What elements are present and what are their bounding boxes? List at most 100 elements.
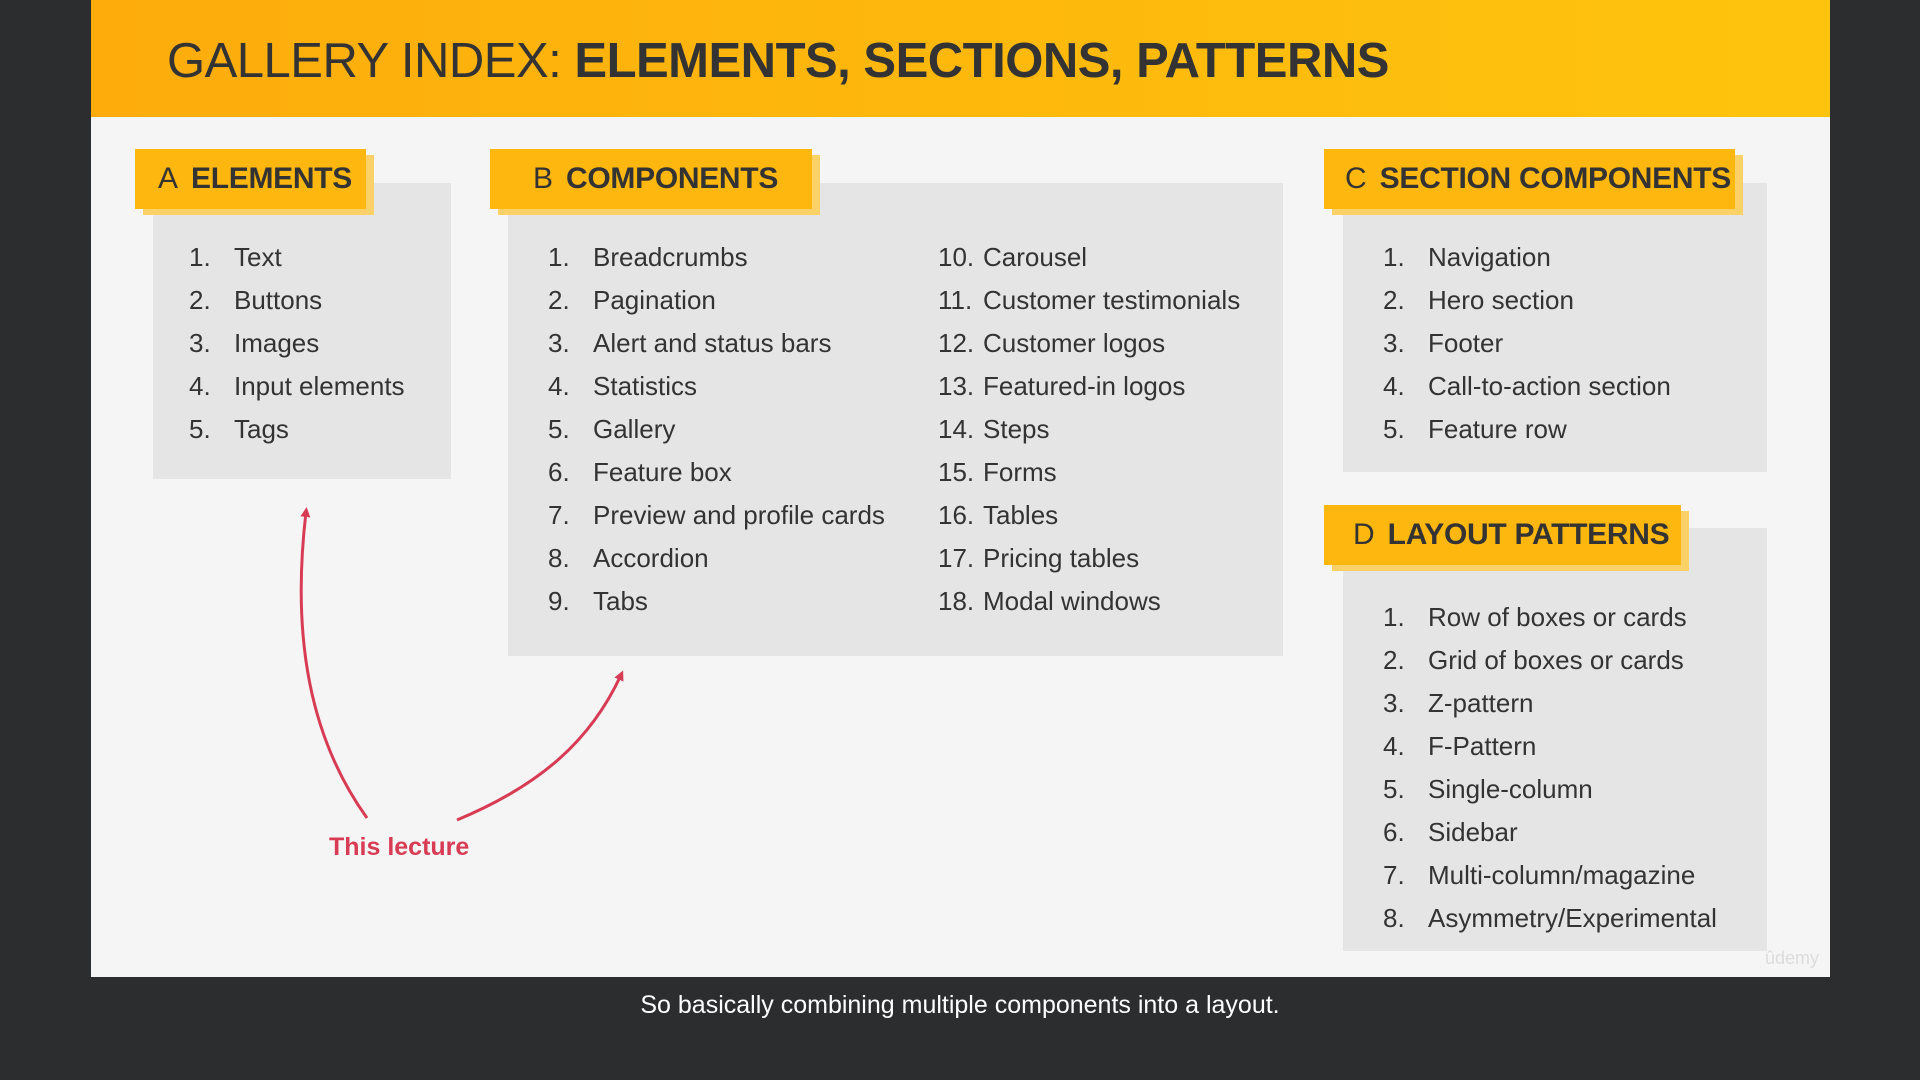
list-item: 15. Forms (938, 451, 1240, 494)
list-item: 4. Statistics (548, 365, 885, 408)
list-item: 17. Pricing tables (938, 537, 1240, 580)
list-item-number: 5. (189, 414, 211, 444)
list-item-number: 3. (189, 328, 211, 358)
list-item-text: Tabs (593, 586, 648, 616)
list-item-number: 10. (938, 242, 975, 272)
list-item: 6. Sidebar (1383, 811, 1717, 854)
list-item-text: Pagination (593, 285, 716, 315)
list-item: 2. Grid of boxes or cards (1383, 639, 1717, 682)
list-item-number: 15. (938, 457, 975, 487)
list-item-text: Steps (983, 414, 1050, 444)
list-item-number: 4. (1383, 731, 1405, 761)
section-components-letter: C (1345, 162, 1367, 195)
list-item: 1. Breadcrumbs (548, 236, 885, 279)
list-item-number: 11. (938, 285, 973, 315)
list-item-number: 6. (548, 457, 570, 487)
list-item-number: 4. (189, 371, 211, 401)
list-item-number: 7. (1383, 860, 1405, 890)
list-item-number: 1. (1383, 242, 1405, 272)
list-item-text: Buttons (234, 285, 323, 315)
elements-label: A ELEMENTS (135, 149, 366, 209)
list-item-number: 17. (938, 543, 975, 573)
list-item-text: Footer (1428, 328, 1504, 358)
list-item-number: 4. (1383, 371, 1405, 401)
list-item-number: 2. (548, 285, 570, 315)
elements-list: 1. Text 2. Buttons 3. Images 4. Input elements 5… (189, 236, 405, 451)
list-item-number: 13. (938, 371, 975, 401)
list-item-number: 7. (548, 500, 570, 530)
layout-patterns-letter: D (1353, 518, 1375, 551)
list-item-number: 5. (1383, 774, 1405, 804)
slide-title-light: GALLERY INDEX: (167, 34, 562, 88)
list-item-number: 1. (548, 242, 570, 272)
list-item-number: 8. (1383, 903, 1405, 933)
list-item: 2. Buttons (189, 279, 405, 322)
list-item-text: Carousel (983, 242, 1088, 272)
list-item-text: Row of boxes or cards (1428, 602, 1687, 632)
list-item-text: Featured-in logos (983, 371, 1186, 401)
list-item: 11. Customer testimonials (938, 279, 1240, 322)
list-item: 3. Images (189, 322, 405, 365)
list-item-number: 2. (1383, 285, 1405, 315)
list-item-text: Alert and status bars (593, 328, 832, 358)
list-item-number: 2. (1383, 645, 1405, 675)
list-item: 1. Text (189, 236, 405, 279)
udemy-watermark: ûdemy (1764, 948, 1819, 968)
list-item: 16. Tables (938, 494, 1240, 537)
list-item: 9. Tabs (548, 580, 885, 623)
list-item: 14. Steps (938, 408, 1240, 451)
list-item-text: Feature row (1428, 414, 1567, 444)
section-components-label: C SECTION COMPONENTS (1324, 149, 1735, 209)
list-item-text: Customer testimonials (983, 285, 1241, 315)
components-list-col2: 10. Carousel 11. Customer testimonials 12. Cu… (938, 236, 1240, 623)
list-item-text: Multi-column/magazine (1428, 860, 1696, 890)
list-item-text: Hero section (1428, 285, 1574, 315)
video-caption: So basically combining multiple componen… (640, 991, 1280, 1019)
list-item: 3. Z-pattern (1383, 682, 1717, 725)
list-item-text: Customer logos (983, 328, 1166, 358)
list-item: 10. Carousel (938, 236, 1240, 279)
list-item: 13. Featured-in logos (938, 365, 1240, 408)
list-item-text: Call-to-action section (1428, 371, 1671, 401)
list-item: 1. Row of boxes or cards (1383, 596, 1717, 639)
list-item: 7. Multi-column/magazine (1383, 854, 1717, 897)
list-item: 5. Single-column (1383, 768, 1717, 811)
section-components-list: 1. Navigation 2. Hero section 3. Footer 4. Call… (1383, 236, 1671, 451)
list-item-number: 16. (938, 500, 975, 530)
list-item-number: 3. (1383, 328, 1405, 358)
list-item-number: 5. (548, 414, 570, 444)
list-item: 4. Call-to-action section (1383, 365, 1671, 408)
list-item-number: 12. (938, 328, 975, 358)
list-item: 5. Tags (189, 408, 405, 451)
list-item: 3. Alert and status bars (548, 322, 885, 365)
list-item-text: F-Pattern (1428, 731, 1537, 761)
arrow-to-components (456, 670, 624, 822)
list-item-number: 3. (548, 328, 570, 358)
list-item-text: Z-pattern (1428, 688, 1534, 718)
elements-heading: ELEMENTS (191, 162, 352, 195)
slide-header: GALLERY INDEX: ELEMENTS, SECTIONS, PATTE… (91, 0, 1830, 117)
layout-patterns-label: D LAYOUT PATTERNS (1324, 505, 1681, 565)
list-item-text: Pricing tables (983, 543, 1140, 573)
list-item: 2. Pagination (548, 279, 885, 322)
list-item-text: Tags (234, 414, 289, 444)
list-item: 2. Hero section (1383, 279, 1671, 322)
list-item: 5. Gallery (548, 408, 885, 451)
list-item-text: Forms (983, 457, 1057, 487)
list-item-number: 9. (548, 586, 570, 616)
components-label: B COMPONENTS (490, 149, 812, 209)
list-item-number: 4. (548, 371, 570, 401)
slide-title: GALLERY INDEX: ELEMENTS, SECTIONS, PATTE… (167, 33, 1389, 89)
components-list-col1: 1. Breadcrumbs 2. Pagination 3. Alert and sta… (548, 236, 885, 623)
list-item: 8. Accordion (548, 537, 885, 580)
list-item: 4. Input elements (189, 365, 405, 408)
list-item-number: 1. (189, 242, 211, 272)
list-item-text: Accordion (593, 543, 709, 573)
list-item-number: 18. (938, 586, 975, 616)
list-item-text: Navigation (1428, 242, 1551, 272)
section-components-heading: SECTION COMPONENTS (1379, 162, 1732, 195)
list-item-text: Single-column (1428, 774, 1593, 804)
list-item-text: Asymmetry/Experimental (1428, 903, 1717, 933)
slide: GALLERY INDEX: ELEMENTS, SECTIONS, PATTE… (91, 0, 1830, 977)
list-item-text: Feature box (593, 457, 732, 487)
